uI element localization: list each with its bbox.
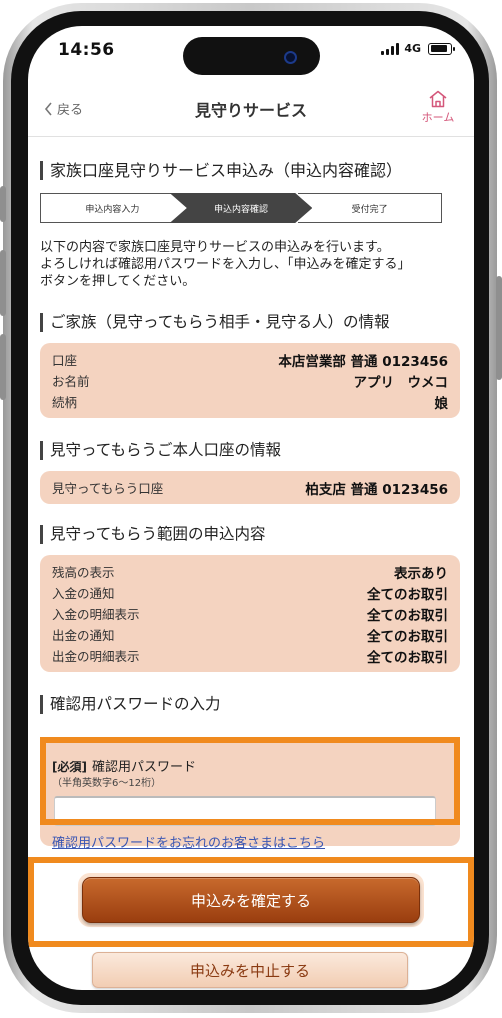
info-row: 出金の通知 全てのお取引 — [52, 624, 448, 645]
row-label: お名前 — [52, 374, 90, 389]
info-row: お名前 アプリ ウメコ — [52, 370, 448, 391]
intro-line: ボタンを押してください。 — [40, 274, 196, 289]
dynamic-island — [183, 37, 320, 75]
battery-icon — [428, 42, 455, 55]
home-label: ホーム — [421, 111, 455, 124]
intro-line: 以下の内容で家族口座見守りサービスの申込みを行います。 — [40, 240, 390, 255]
forgot-password-link[interactable]: 確認用パスワードをお忘れのお客さまはこちら — [52, 832, 325, 851]
step-complete: 受付完了 — [298, 193, 443, 223]
family-info-card: 口座 本店営業部 普通 0123456 お名前 アプリ ウメコ 続柄 娘 — [40, 343, 460, 418]
row-value: 娘 — [434, 395, 449, 412]
self-section-title: 見守ってもらうご本人口座の情報 — [40, 441, 281, 460]
row-label: 口座 — [52, 353, 78, 368]
confirm-button[interactable]: 申込みを確定する — [82, 877, 420, 923]
info-row: 入金の通知 全てのお取引 — [52, 582, 448, 603]
status-time: 14:56 — [58, 40, 115, 60]
row-label: 残高の表示 — [52, 565, 115, 580]
row-label: 出金の通知 — [52, 628, 115, 643]
row-value: 表示あり — [394, 565, 448, 582]
nav-bar: 戻る 見守りサービス ホーム — [28, 82, 474, 137]
row-value: 本店営業部 普通 0123456 — [278, 353, 448, 370]
main-content: 家族口座見守りサービス申込み（申込内容確認） 申込内容入力 申込内容確認 受付完… — [28, 137, 474, 990]
row-label: 続柄 — [52, 395, 78, 410]
confirm-button-wrapper: 申込みを確定する — [78, 873, 424, 927]
self-account-card: 見守ってもらう口座 柏支店 普通 0123456 — [40, 471, 460, 504]
info-row: 残高の表示 表示あり — [52, 561, 448, 582]
highlight-password-frame — [40, 737, 460, 825]
row-label: 出金の明細表示 — [52, 649, 140, 664]
row-label: 入金の明細表示 — [52, 607, 140, 622]
volume-up-button — [0, 250, 6, 316]
progress-steps: 申込内容入力 申込内容確認 受付完了 — [40, 193, 443, 223]
volume-down-button — [0, 334, 6, 400]
password-section-title: 確認用パスワードの入力 — [40, 695, 221, 714]
row-value: 全てのお取引 — [367, 649, 448, 666]
row-value: 全てのお取引 — [367, 586, 448, 603]
row-value: 柏支店 普通 0123456 — [305, 481, 448, 498]
row-label: 見守ってもらう口座 — [52, 481, 164, 496]
cancel-button[interactable]: 申込みを中止する — [92, 952, 408, 988]
step-confirm-current: 申込内容確認 — [169, 193, 313, 223]
silent-switch — [0, 186, 6, 222]
power-button — [496, 276, 502, 380]
scope-section-title: 見守ってもらう範囲の申込内容 — [40, 525, 265, 544]
info-row: 見守ってもらう口座 柏支店 普通 0123456 — [52, 477, 448, 498]
signal-icon — [381, 42, 400, 55]
row-value: 全てのお取引 — [367, 607, 448, 624]
row-value: 全てのお取引 — [367, 628, 448, 645]
status-indicators: 4G — [381, 42, 455, 55]
page-header-title: 見守りサービス — [194, 101, 307, 120]
info-row: 出金の明細表示 全てのお取引 — [52, 645, 448, 666]
row-value: アプリ ウメコ — [353, 374, 449, 391]
status-bar: 14:56 4G — [28, 26, 474, 82]
home-button[interactable]: ホーム — [418, 90, 458, 125]
scope-card: 残高の表示 表示あり 入金の通知 全てのお取引 入金の明細表示 全てのお取引 出金の通… — [40, 555, 460, 672]
info-row: 入金の明細表示 全てのお取引 — [52, 603, 448, 624]
step-input: 申込内容入力 — [40, 193, 184, 223]
home-icon — [429, 90, 447, 108]
info-row: 続柄 娘 — [52, 391, 448, 412]
page-title: 家族口座見守りサービス申込み（申込内容確認） — [40, 161, 402, 180]
camera-icon — [284, 51, 297, 64]
info-row: 口座 本店営業部 普通 0123456 — [52, 349, 448, 370]
intro-line: よろしければ確認用パスワードを入力し、「申込みを確定する」 — [40, 257, 411, 272]
row-label: 入金の通知 — [52, 586, 115, 601]
family-section-title: ご家族（見守ってもらう相手・見守る人）の情報 — [40, 313, 389, 332]
network-type: 4G — [404, 42, 421, 55]
screen: 14:56 4G 戻る 見守りサービス ホーム 家族口座見守りサービス申込み（申… — [28, 26, 474, 990]
intro-text: 以下の内容で家族口座見守りサービスの申込みを行います。 よろしければ確認用パスワ… — [40, 239, 460, 290]
